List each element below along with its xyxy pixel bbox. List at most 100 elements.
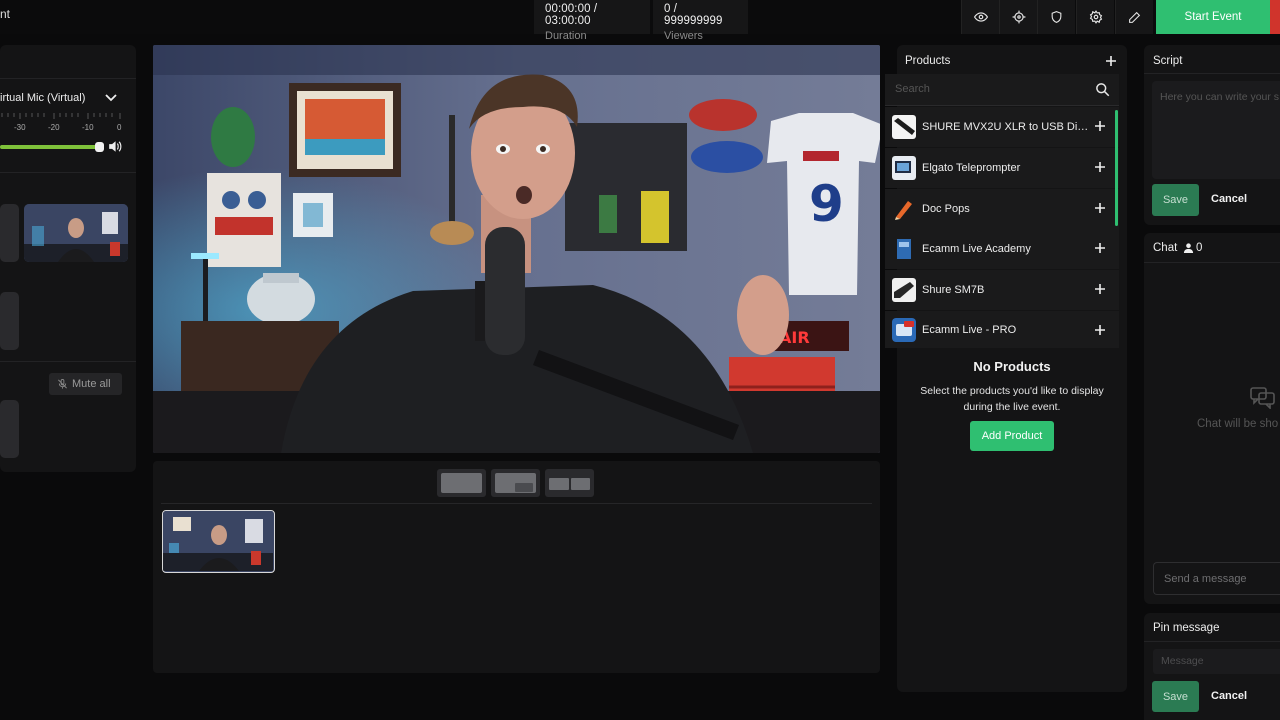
- meter-tick-20: -20: [48, 123, 60, 132]
- event-title: nt: [0, 7, 11, 21]
- product-list-scrollbar[interactable]: [1115, 110, 1118, 226]
- svg-text:9: 9: [809, 175, 844, 233]
- viewer-person-icon: [1183, 243, 1194, 254]
- volume-fill: [0, 145, 100, 149]
- shield-icon: [1051, 11, 1062, 24]
- volume-slider[interactable]: [0, 142, 104, 152]
- scenes-panel: [153, 461, 880, 673]
- product-list-item[interactable]: SHURE MVX2U XLR to USB Digital Audio Int…: [885, 107, 1119, 147]
- script-title: Script: [1153, 55, 1183, 67]
- chat-bubbles-icon: [1250, 387, 1275, 409]
- product-name: Elgato Teleprompter: [922, 162, 1021, 174]
- plus-icon[interactable]: [1094, 324, 1106, 336]
- meter-tick-10: -10: [82, 123, 94, 132]
- camera-source-thumbnail[interactable]: [24, 204, 128, 262]
- chat-message-input[interactable]: Send a message: [1153, 562, 1280, 595]
- script-save-button[interactable]: Save: [1152, 184, 1199, 216]
- camera-source-slot[interactable]: [0, 204, 19, 262]
- pin-message-title: Pin message: [1153, 622, 1220, 634]
- usb-adapter-icon: [892, 115, 916, 139]
- chat-input-placeholder: Send a message: [1164, 573, 1247, 585]
- mute-all-button[interactable]: Mute all: [49, 373, 122, 395]
- product-search-input[interactable]: Search: [895, 83, 930, 95]
- no-products-message: Select the products you'd like to displa…: [920, 385, 1104, 413]
- scene-thumbnail-active[interactable]: [162, 510, 275, 573]
- moderation-button[interactable]: [1037, 0, 1075, 34]
- chat-empty-text: Chat will be sho: [1197, 418, 1279, 430]
- pin-save-button[interactable]: Save: [1152, 681, 1199, 712]
- products-title: Products: [905, 55, 951, 67]
- chevron-down-icon: [105, 94, 117, 102]
- scene-thumb-graphic: [163, 511, 273, 571]
- add-product-plus-icon[interactable]: [1105, 55, 1117, 67]
- product-list-item[interactable]: Ecamm Live - PRO: [885, 311, 1119, 348]
- edit-button[interactable]: [1115, 0, 1153, 34]
- source-slot-empty[interactable]: [0, 292, 19, 350]
- chat-viewer-count: 0: [1196, 242, 1203, 254]
- meter-ticks-graphic: [1, 113, 121, 119]
- product-name: Ecamm Live - PRO: [922, 323, 1017, 336]
- search-icon[interactable]: [1095, 82, 1110, 97]
- product-search-box[interactable]: Search: [885, 74, 1119, 106]
- microphone-icon: [892, 278, 916, 302]
- script-panel: Script Here you can write your s Save Ca…: [1144, 45, 1280, 225]
- plus-icon[interactable]: [1094, 120, 1106, 132]
- product-name: Doc Pops: [922, 203, 970, 215]
- mic-off-icon: [58, 378, 67, 389]
- pin-message-input[interactable]: Message: [1153, 649, 1280, 674]
- product-list-item[interactable]: Elgato Teleprompter: [885, 148, 1119, 188]
- start-event-button[interactable]: Start Event: [1156, 0, 1270, 34]
- live-preview: 9 AIR: [153, 45, 880, 453]
- script-placeholder: Here you can write your s: [1160, 91, 1280, 103]
- record-indicator: [1270, 0, 1280, 34]
- preview-button[interactable]: [961, 0, 999, 34]
- mic-select[interactable]: irtual Mic (Virtual): [0, 89, 128, 107]
- target-icon: [1012, 10, 1025, 24]
- chat-panel: Chat 0 Chat will be sho Send a message: [1144, 233, 1280, 604]
- gear-icon: [1089, 10, 1102, 24]
- pin-cancel-button[interactable]: Cancel: [1211, 690, 1247, 702]
- viewers-stat: 0 / 999999999 Viewers: [653, 0, 748, 42]
- pencil-icon: [1129, 11, 1141, 23]
- sources-panel: irtual Mic (Virtual) -30 -20 -10 0 Mute …: [0, 45, 136, 472]
- book-icon: [892, 237, 916, 261]
- product-name: SHURE MVX2U XLR to USB Digital Audio Int…: [922, 121, 1092, 133]
- mic-name: irtual Mic (Virtual): [0, 92, 86, 104]
- script-textarea[interactable]: Here you can write your s: [1152, 81, 1280, 179]
- add-product-button[interactable]: Add Product: [970, 421, 1054, 451]
- camera-thumb-graphic: [24, 204, 128, 262]
- plus-icon[interactable]: [1094, 283, 1106, 295]
- target-button[interactable]: [999, 0, 1037, 34]
- plus-icon[interactable]: [1094, 161, 1106, 173]
- eye-icon: [973, 12, 988, 22]
- meter-tick-0: 0: [117, 123, 122, 132]
- marker-icon: [892, 197, 916, 221]
- audio-source-slot[interactable]: [0, 400, 19, 458]
- settings-button[interactable]: [1076, 0, 1114, 34]
- no-products-title: No Products: [973, 359, 1051, 374]
- top-bar: nt 00:00:00 / 03:00:00 Duration 0 / 9999…: [0, 0, 1280, 42]
- audio-meter: -30 -20 -10 0: [0, 113, 128, 133]
- layout-fullscreen-button[interactable]: [437, 469, 486, 497]
- teleprompter-icon: [892, 156, 916, 180]
- meter-tick-30: -30: [14, 123, 26, 132]
- plus-icon[interactable]: [1094, 202, 1106, 214]
- chat-title: Chat: [1153, 242, 1178, 254]
- layout-split-button[interactable]: [545, 469, 594, 497]
- product-name: Ecamm Live Academy: [922, 243, 1031, 255]
- pin-message-panel: Pin message Message Save Cancel: [1144, 613, 1280, 720]
- mute-all-label: Mute all: [72, 378, 111, 390]
- product-list-item[interactable]: Ecamm Live Academy: [885, 229, 1119, 269]
- viewers-label: Viewers: [664, 30, 703, 42]
- ecamm-live-icon: [892, 317, 916, 342]
- layout-pip-button[interactable]: [491, 469, 540, 497]
- speaker-icon[interactable]: [108, 140, 122, 153]
- product-name: Shure SM7B: [922, 284, 985, 296]
- plus-icon[interactable]: [1094, 242, 1106, 254]
- volume-knob[interactable]: [94, 142, 104, 152]
- product-list-item[interactable]: Shure SM7B: [885, 270, 1119, 310]
- pin-input-placeholder: Message: [1161, 655, 1204, 667]
- script-cancel-button[interactable]: Cancel: [1211, 193, 1247, 205]
- duration-value: 00:00:00 / 03:00:00: [545, 3, 598, 27]
- product-list-item[interactable]: Doc Pops: [885, 189, 1119, 229]
